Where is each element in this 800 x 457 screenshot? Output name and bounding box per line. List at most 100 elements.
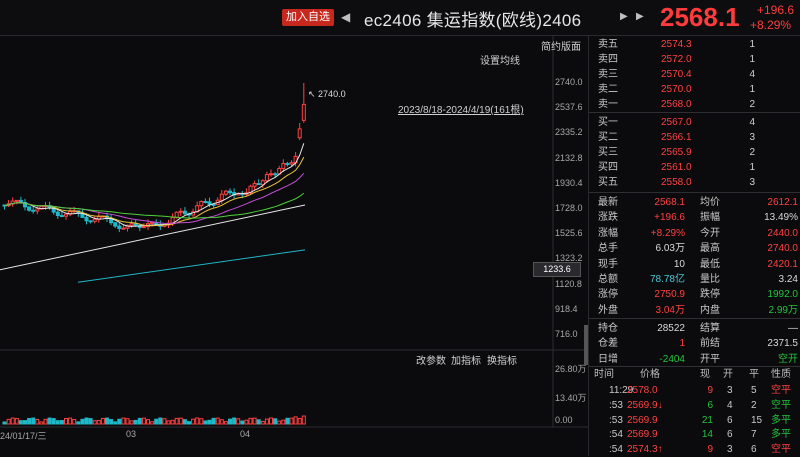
volume-bar [113,421,118,425]
volume-bar [105,417,109,425]
price-tick-label: 1728.0 [555,203,583,213]
stat-value: 2740.0 [767,243,798,255]
tick-row[interactable]: :53 2569.9↓ 6 4 2 空平 [589,398,800,413]
next-page-icon[interactable]: ▶ [636,11,644,22]
stat-label: 最高 [700,243,720,255]
stat-label: 涨停 [598,289,618,301]
candle-body [223,190,228,195]
volume-bar [293,416,298,425]
time-tick-label: 24/01/17/三 [0,431,47,441]
simple-layout-button[interactable]: 简约版面 [541,38,581,53]
ask-level-row[interactable]: 卖三 2570.4 4 [589,67,800,82]
ask-level-row[interactable]: 卖五 2574.3 1 [589,37,800,52]
ask-level-row[interactable]: 卖一 2568.0 2 [589,97,800,112]
kline-canvas[interactable] [0,35,588,456]
ask-price[interactable]: 2568.0 [661,97,692,112]
candle-body [141,226,146,229]
prev-symbol-icon[interactable]: ◀ [341,10,350,24]
volume-bar [150,421,155,425]
bid-price[interactable]: 2565.9 [661,145,692,160]
volume-bar [297,417,302,425]
bid-volume: 2 [749,147,755,158]
ask-price[interactable]: 2570.4 [661,67,692,82]
tick-now: 9 [707,444,713,456]
tick-nature: 多平 [771,429,791,441]
last-price: 2568.1 [660,2,740,32]
candle-body [285,163,290,166]
candle-body [117,225,122,229]
change-indicator-button[interactable]: 换指标 [487,352,517,367]
volume-bar [236,418,241,425]
volume-bar [191,418,196,425]
volume-bar [18,420,23,425]
next-symbol-icon[interactable]: ▶ [620,11,628,22]
moving-averages-group [0,143,306,283]
bid-level-row[interactable]: 买二 2566.1 3 [589,130,800,145]
bid-level-row[interactable]: 买五 2558.0 3 [589,175,800,190]
candles-group [2,83,306,233]
bid-price[interactable]: 2558.0 [661,175,692,190]
tick-row[interactable]: :53 2569.9 21 6 15 多平 [589,413,800,428]
ask-level-row[interactable]: 卖四 2572.0 1 [589,52,800,67]
tick-time: :53 [609,414,623,426]
ask-volume: 2 [749,99,755,110]
bid-label: 买五 [598,177,618,188]
stat-value: 1 [679,338,685,350]
tick-time: :54 [609,429,623,441]
volume-bar [269,417,273,425]
tick-row[interactable]: :54 2574.3↑ 9 3 6 空平 [589,442,800,457]
bid-level-row[interactable]: 买一 2567.0 4 [589,115,800,130]
volume-bars-group [2,415,306,425]
volume-bar [55,420,60,425]
add-to-watchlist-button[interactable]: 加入自选 [282,9,334,26]
tick-time: :53 [609,399,623,411]
volume-bar [72,419,77,425]
bid-price[interactable]: 2566.1 [661,130,692,145]
tick-close: 6 [751,444,757,456]
divider [589,192,800,193]
volume-bar [31,417,36,425]
stat-label: 外盘 [598,304,618,316]
peak-marker: ↖ 2740.0 [308,89,346,99]
volume-bar [281,419,286,425]
tick-row[interactable]: 11:29 2578.0 9 3 5 空平 [589,383,800,398]
col-close: 平 [749,369,759,380]
bid-price[interactable]: 2567.0 [661,115,692,130]
ask-label: 卖五 [598,39,618,50]
kline-chart[interactable]: 简约版面 设置均线 2023/8/18-2024/4/19(161根) ↖ 27… [0,35,588,456]
quote-stat-row: 涨跌 +196.6 振幅 13.49% [589,210,800,225]
bid-level-row[interactable]: 买四 2561.0 1 [589,160,800,175]
bid-price[interactable]: 2561.0 [661,160,692,175]
ask-price[interactable]: 2570.0 [661,82,692,97]
candle-body [207,201,212,205]
candle-body [269,173,273,176]
stat-value: 2371.5 [767,338,798,350]
ask-level-row[interactable]: 卖二 2570.0 1 [589,82,800,97]
volume-bar [285,417,290,425]
ma-settings-button[interactable]: 设置均线 [480,52,520,67]
candle-body [35,208,40,212]
ask-price[interactable]: 2572.0 [661,52,692,67]
price-change-pct: +8.29% [750,18,792,32]
date-range-label[interactable]: 2023/8/18-2024/4/19(161根) [398,101,524,116]
add-indicator-button[interactable]: 加指标 [451,352,481,367]
price-tick-label: 2740.0 [555,77,583,87]
col-nature: 性质 [771,369,791,380]
price-tick-label: 1525.6 [555,228,583,239]
ask-label: 卖二 [598,84,618,95]
volume-bar [129,420,134,425]
stat-label: 内盘 [700,304,720,316]
edit-params-button[interactable]: 改参数 [416,352,446,367]
volume-bar [223,421,228,425]
stat-value: 2750.9 [654,289,685,301]
candle-body [59,215,64,218]
ask-price[interactable]: 2574.3 [661,37,692,52]
candle-body [174,211,179,218]
tick-row[interactable]: :54 2569.9 14 6 7 多平 [589,427,800,442]
price-tick-label: 1930.4 [555,177,583,188]
quote-stat-row: 现手 10 最低 2420.1 [589,257,800,272]
stat-value: 10 [673,258,685,270]
tick-open: 4 [727,399,733,411]
bid-level-row[interactable]: 买三 2565.9 2 [589,145,800,160]
ask-volume: 4 [749,69,755,80]
